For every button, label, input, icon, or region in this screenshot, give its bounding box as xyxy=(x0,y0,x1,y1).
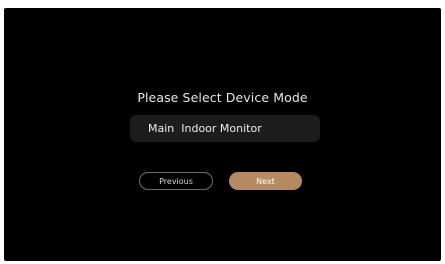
previous-button-label: Previous xyxy=(159,176,193,186)
next-button-label: Next xyxy=(256,176,275,186)
device-mode-value: Main Indoor Monitor xyxy=(148,122,262,135)
device-mode-select[interactable]: Main Indoor Monitor xyxy=(130,115,320,142)
device-screen: Please Select Device Mode Main Indoor Mo… xyxy=(4,8,441,261)
next-button[interactable]: Next xyxy=(229,172,302,190)
page-title: Please Select Device Mode xyxy=(137,90,308,105)
previous-button[interactable]: Previous xyxy=(139,172,213,190)
